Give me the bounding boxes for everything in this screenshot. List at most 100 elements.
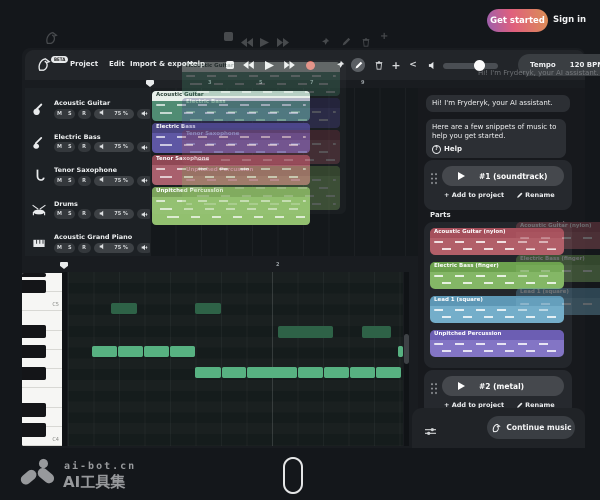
piano-key-white[interactable]: C5 xyxy=(22,292,62,311)
piano-keyboard: C5C4 xyxy=(22,273,62,446)
track-volume[interactable]: 75 % xyxy=(94,243,134,253)
track-row[interactable]: Acoustic GuitarMSR75 % xyxy=(29,97,147,129)
mute-button[interactable]: M xyxy=(54,211,65,217)
scrollbar-thumb[interactable] xyxy=(404,334,409,364)
get-started-button[interactable]: Get started xyxy=(487,9,548,32)
record-arm-button[interactable]: R xyxy=(78,142,91,152)
track-row[interactable]: DrumsMSR75 % xyxy=(29,198,147,230)
clip-notes-decoration xyxy=(186,179,336,181)
record-arm-button[interactable]: R xyxy=(78,243,91,253)
midi-note[interactable] xyxy=(278,326,333,338)
piano-key-black[interactable] xyxy=(22,325,46,338)
midi-note[interactable] xyxy=(144,346,169,357)
track-row[interactable]: Acoustic Grand Piano MSR75 % xyxy=(29,231,147,263)
midi-note[interactable] xyxy=(350,367,375,378)
piano-key-black[interactable] xyxy=(22,423,46,437)
midi-note[interactable] xyxy=(324,367,349,378)
solo-button[interactable]: S xyxy=(65,211,75,217)
mute-solo-group: MS xyxy=(54,243,75,253)
piano-roll-scrollbar[interactable] xyxy=(404,272,409,446)
piano-roll-grid[interactable] xyxy=(68,272,403,446)
mute-button[interactable]: M xyxy=(54,178,65,184)
piano-key-black[interactable] xyxy=(22,345,46,358)
mute-button[interactable]: M xyxy=(54,144,65,150)
midi-note[interactable] xyxy=(398,346,403,357)
solo-button[interactable]: S xyxy=(65,245,75,251)
chevron-left-icon: < xyxy=(409,60,417,70)
solo-button[interactable]: S xyxy=(65,144,75,150)
midi-note[interactable] xyxy=(376,367,401,378)
record-arm-button[interactable]: R xyxy=(78,109,91,119)
midi-note[interactable] xyxy=(195,367,221,378)
track-volume[interactable]: 75 % xyxy=(94,109,134,119)
part-block-ghost: Lead 1 (square) xyxy=(516,288,600,315)
midi-note[interactable] xyxy=(92,346,117,357)
track-volume[interactable]: 75 % xyxy=(94,176,134,186)
pencil-icon xyxy=(516,192,523,199)
menu-edit[interactable]: Edit xyxy=(109,60,125,68)
play-icon xyxy=(458,382,465,390)
menu-project[interactable]: Project xyxy=(70,60,98,68)
track-list: Acoustic GuitarMSR75 %Electric BassMSR75… xyxy=(25,88,150,256)
part-name: Electric Bass (finger) xyxy=(516,255,600,265)
midi-note[interactable] xyxy=(195,303,221,314)
record-arm-button[interactable]: R xyxy=(78,176,91,186)
volume-icon xyxy=(96,176,109,185)
volume-icon xyxy=(96,109,109,118)
part-block[interactable]: Unpitched Percussion xyxy=(430,330,564,357)
track-row[interactable]: Electric BassMSR75 % xyxy=(29,131,147,163)
volume-value: 75 % xyxy=(111,111,131,117)
midi-note[interactable] xyxy=(111,303,137,314)
part-notes-decoration xyxy=(434,343,560,345)
snippet-play-button[interactable]: #1 (soundtrack) xyxy=(442,166,564,186)
track-volume[interactable]: 75 % xyxy=(94,142,134,152)
continue-music-button[interactable]: Continue music xyxy=(487,416,575,439)
solo-button[interactable]: S xyxy=(65,178,75,184)
midi-note[interactable] xyxy=(118,346,143,357)
master-volume-button[interactable] xyxy=(425,58,439,72)
mute-button[interactable]: M xyxy=(54,111,65,117)
help-label: Help xyxy=(444,145,462,154)
track-volume[interactable]: 75 % xyxy=(94,209,134,219)
clip-notes-decoration xyxy=(186,203,336,205)
add-tool-button[interactable]: + xyxy=(389,58,403,72)
tempo-label: Tempo xyxy=(530,61,556,69)
help-link[interactable]: ? Help xyxy=(432,145,560,154)
saxophone-icon xyxy=(31,168,49,186)
volume-icon xyxy=(96,143,109,152)
piano-key-black[interactable] xyxy=(22,403,46,417)
mute-button[interactable]: M xyxy=(54,245,65,251)
midi-note[interactable] xyxy=(222,367,246,378)
record-arm-button[interactable]: R xyxy=(78,209,91,219)
pencil-tool-button[interactable] xyxy=(351,58,365,72)
track-controls: MSR75 % xyxy=(54,142,153,153)
midi-note[interactable] xyxy=(247,367,297,378)
sliders-icon[interactable] xyxy=(424,422,437,441)
snap-tool-button[interactable]: < xyxy=(406,58,420,72)
solo-button[interactable]: S xyxy=(65,111,75,117)
keys-scrollbar[interactable] xyxy=(62,272,67,446)
snippet-play-button[interactable]: #2 (metal) xyxy=(442,376,564,396)
track-controls: MSR75 % xyxy=(54,242,153,253)
rename-button[interactable]: Rename xyxy=(516,191,555,199)
track-row[interactable]: Tenor SaxophoneMSR75 % xyxy=(29,164,147,196)
delete-tool-button[interactable] xyxy=(372,58,386,72)
drag-handle[interactable] xyxy=(430,172,438,185)
sign-in-button[interactable]: Sign in xyxy=(553,15,586,25)
piano-key-black[interactable] xyxy=(22,367,46,380)
pencil-icon xyxy=(354,61,363,70)
parts-header[interactable]: Parts xyxy=(430,211,451,219)
track-name: Acoustic Grand Piano xyxy=(54,233,132,241)
drag-handle[interactable] xyxy=(430,382,438,395)
add-to-project-button[interactable]: + Add to project xyxy=(444,191,504,199)
piano-roll-ruler[interactable]: 2 xyxy=(68,262,403,272)
fast-forward-icon xyxy=(277,32,289,51)
midi-note[interactable] xyxy=(362,326,391,338)
part-name: Lead 1 (square) xyxy=(516,288,600,298)
mute-solo-group: MS xyxy=(54,109,75,119)
midi-note[interactable] xyxy=(170,346,195,357)
midi-note[interactable] xyxy=(298,367,323,378)
piano-key-black[interactable] xyxy=(22,273,46,277)
assistant-message-ghost: Hi! I'm Fryderyk, your AI assistant. xyxy=(478,69,600,77)
piano-key-black[interactable] xyxy=(22,280,46,293)
